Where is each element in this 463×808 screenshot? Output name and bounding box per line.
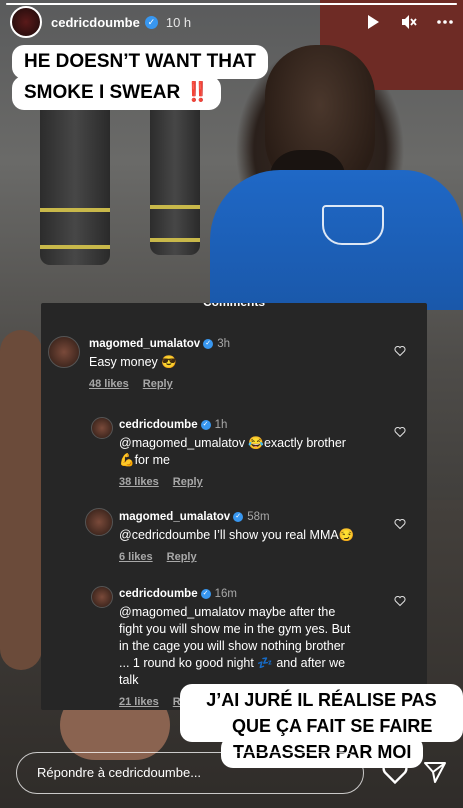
avatar[interactable]	[10, 6, 42, 38]
heart-icon[interactable]	[394, 426, 406, 438]
comment-username[interactable]: magomed_umalatov	[89, 338, 200, 350]
comment-text: @cedricdoumbe I’ll show you real MMA😏	[119, 528, 355, 542]
comment-text: @magomed_umalatov 😂exactly brother	[119, 436, 346, 450]
avatar[interactable]	[85, 508, 113, 536]
comment-text: 💪for me	[119, 453, 170, 467]
comment-username[interactable]: cedricdoumbe	[119, 419, 198, 431]
likes-count[interactable]: 48 likes	[89, 378, 129, 390]
likes-count[interactable]: 6 likes	[119, 551, 153, 563]
comment-text: ... 1 round ko good night 💤 and after we	[119, 656, 346, 670]
verified-icon: ✓	[203, 338, 214, 349]
story-header: cedricdoumbe ✓ 10 h	[0, 0, 463, 44]
avatar[interactable]	[48, 336, 80, 368]
comment-time: 16m	[214, 588, 237, 600]
comments-panel: Comments magomed_umalatov✓3h Easy money …	[41, 303, 427, 710]
avatar[interactable]	[91, 417, 113, 439]
caption-top-line2: SMOKE I SWEAR ‼️	[12, 76, 222, 110]
reply-link[interactable]: Reply	[167, 551, 197, 563]
reply-link[interactable]: Reply	[143, 378, 173, 390]
comment-username[interactable]: magomed_umalatov	[119, 511, 230, 523]
reply-link[interactable]: Reply	[173, 476, 203, 488]
verified-icon: ✓	[200, 588, 211, 599]
likes-count[interactable]: 21 likes	[119, 696, 159, 708]
avatar[interactable]	[91, 586, 113, 608]
verified-icon: ✓	[200, 419, 211, 430]
pfl-logo	[322, 205, 384, 245]
caption-top-line1: HE DOESN’T WANT THAT	[12, 45, 268, 79]
heart-icon[interactable]	[394, 518, 406, 530]
leg-left	[0, 330, 42, 670]
play-icon[interactable]	[365, 14, 381, 30]
story-time: 10 h	[165, 14, 192, 30]
mute-icon[interactable]	[401, 14, 417, 30]
comment-time: 58m	[247, 511, 270, 523]
comment-text: fight you will show me in the gym yes. B…	[119, 622, 351, 636]
header-controls	[365, 14, 453, 30]
comment-time: 1h	[214, 419, 228, 431]
comment: cedricdoumbe ✓ 1h @magomed_umalatov 😂exact…	[119, 416, 379, 488]
likes-count[interactable]: 38 likes	[119, 476, 159, 488]
send-icon[interactable]	[423, 760, 447, 784]
comment-text: in the cage you will show nothing brothe…	[119, 639, 345, 653]
heart-icon[interactable]	[394, 595, 406, 607]
story-view: cedricdoumbe ✓ 10 h HE DOESN’T WANT THAT…	[0, 0, 463, 808]
verified-icon: ✓	[233, 511, 244, 522]
reply-input[interactable]: Répondre à cedricdoumbe...	[16, 752, 364, 794]
comment: magomed_umalatov ✓ 3h Easy money 😎 48 like…	[89, 335, 389, 390]
comment-username[interactable]: cedricdoumbe	[119, 588, 198, 600]
comment: magomed_umalatov ✓ 58m @cedricdoumbe I’ll …	[119, 508, 389, 563]
heart-icon[interactable]	[394, 345, 406, 357]
heart-icon[interactable]	[381, 758, 409, 786]
panel-title: Comments	[41, 303, 427, 311]
story-username[interactable]: cedricdoumbe	[51, 15, 140, 30]
comment-text: @magomed_umalatov maybe after the	[119, 605, 336, 619]
more-icon[interactable]	[437, 14, 453, 30]
comment-time: 3h	[217, 338, 230, 350]
verified-icon: ✓	[144, 15, 158, 29]
comment-text: Easy money 😎	[89, 355, 177, 369]
